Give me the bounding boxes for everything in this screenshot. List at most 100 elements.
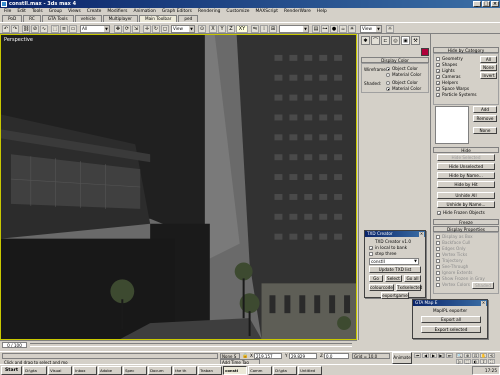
add-button[interactable]: Add xyxy=(473,106,497,113)
hide-selected-button[interactable]: Hide Selected xyxy=(437,154,495,161)
axis-z-icon[interactable]: Z xyxy=(227,25,235,33)
select-and-scale-icon[interactable]: ⇲ xyxy=(132,25,140,33)
shaded-material-color-radio[interactable] xyxy=(386,87,390,91)
select-object-icon[interactable]: ⬚ xyxy=(51,25,59,33)
taskbar-item[interactable]: Comm xyxy=(248,365,273,375)
taskbar-item[interactable]: Untitled xyxy=(298,365,323,375)
schematic-view-icon[interactable]: ⊶ xyxy=(321,25,329,33)
select-button[interactable]: Select xyxy=(385,275,402,282)
shaded-button[interactable]: Shaded xyxy=(472,282,494,289)
none-button[interactable]: None xyxy=(480,64,497,71)
hide-frozen-objects-checkbox[interactable]: ✓ xyxy=(437,211,441,216)
taskbar-item[interactable]: Inbox xyxy=(73,365,98,375)
quick-render-icon[interactable]: ☀ xyxy=(348,25,356,33)
edges-only-checkbox[interactable] xyxy=(436,247,440,251)
close-icon[interactable]: × xyxy=(481,300,486,306)
zoom-icon[interactable]: 🔍 xyxy=(456,353,463,358)
trajectory-checkbox[interactable] xyxy=(436,259,440,263)
menu-maxscript[interactable]: MAXScript xyxy=(255,8,278,15)
reference-coordinate-dropdown[interactable]: View ▼ xyxy=(171,25,195,33)
hierarchy-tab-icon[interactable]: ⊏ xyxy=(381,36,390,45)
unlink-icon[interactable]: ⊘ xyxy=(31,25,39,33)
zoom-all-icon[interactable]: ⊕ xyxy=(464,353,471,358)
menu-edit[interactable]: Edit xyxy=(17,8,26,15)
start-button[interactable]: Start xyxy=(1,365,23,375)
menu-renderware[interactable]: RenderWare xyxy=(284,8,311,15)
align-icon[interactable]: ⊞ xyxy=(269,25,277,33)
select-and-rotate-icon[interactable]: ⟳ xyxy=(123,25,131,33)
y-coordinate-field[interactable]: 29.829 xyxy=(289,353,317,359)
previous-frame-icon[interactable]: ◀ xyxy=(422,353,429,358)
cameras-checkbox[interactable]: ✓ xyxy=(436,75,440,80)
motion-tab-icon[interactable]: ◎ xyxy=(391,36,400,45)
see-through-checkbox[interactable] xyxy=(436,265,440,269)
hide-unselected-button[interactable]: Hide Unselected xyxy=(437,163,495,170)
txd-name-dropdown[interactable]: constII xyxy=(369,258,419,265)
step-three-checkbox[interactable] xyxy=(369,252,373,256)
named-selection-field[interactable]: ▼ xyxy=(279,25,309,33)
colourcode-button[interactable]: colourcode xyxy=(369,284,394,291)
txd-selected-button[interactable]: Txdselected xyxy=(396,284,422,291)
taskbar-item[interactable]: Visual xyxy=(48,365,73,375)
undo-icon[interactable]: ↶ xyxy=(2,25,10,33)
axis-x-icon[interactable]: X xyxy=(209,25,217,33)
go-to-end-icon[interactable]: ⏭ xyxy=(446,353,453,358)
create-tab-icon[interactable]: ✱ xyxy=(361,36,370,45)
menu-graph-editors[interactable]: Graph Editors xyxy=(162,8,192,15)
link-icon[interactable]: ⛓ xyxy=(22,25,30,33)
taskbar-item[interactable]: the th xyxy=(173,365,198,375)
ignore-extents-checkbox[interactable] xyxy=(436,271,440,275)
z-coordinate-field[interactable]: 0.0 xyxy=(324,353,349,359)
scale-tool-icon[interactable]: ◻ xyxy=(161,25,169,33)
render-last-icon[interactable]: ☼ xyxy=(386,25,394,33)
lights-checkbox[interactable]: ✓ xyxy=(436,69,440,74)
pivot-center-icon[interactable]: ⊙ xyxy=(198,25,206,33)
taskbar-item[interactable]: Spec xyxy=(123,365,148,375)
taskbar-item[interactable]: Docum xyxy=(148,365,173,375)
maximize-button[interactable]: □ xyxy=(482,1,490,7)
timeline-track[interactable] xyxy=(30,343,352,347)
vertex-colors-checkbox[interactable] xyxy=(436,283,440,287)
redo-icon[interactable]: ↷ xyxy=(11,25,19,33)
zoom-extents-icon[interactable]: ⊡ xyxy=(472,353,479,358)
select-by-name-icon[interactable]: ≡ xyxy=(60,25,68,33)
render-scene-icon[interactable]: ☕ xyxy=(339,25,347,33)
menu-modifiers[interactable]: Modifiers xyxy=(107,8,127,15)
all-button[interactable]: All xyxy=(480,56,497,63)
rotate-tool-icon[interactable]: ↻ xyxy=(152,25,160,33)
pan-icon[interactable]: ✋ xyxy=(480,353,487,358)
mirror-icon[interactable]: ⇋ xyxy=(251,25,259,33)
material-editor-icon[interactable]: ● xyxy=(330,25,338,33)
taskbar-item[interactable]: D:\gta xyxy=(23,365,48,375)
tab-main-toolbar[interactable]: Main Toolbar xyxy=(138,15,178,22)
taskbar-item[interactable]: Traban xyxy=(198,365,223,375)
next-frame-icon[interactable]: ▶| xyxy=(438,353,445,358)
utilities-tab-icon[interactable]: ⚒ xyxy=(411,36,420,45)
go-all-button[interactable]: Go all xyxy=(404,275,421,282)
map-dialog-title[interactable]: GTA Map E × xyxy=(413,300,487,306)
play-icon[interactable]: ▶ xyxy=(430,353,437,358)
shapes-checkbox[interactable]: ✓ xyxy=(436,63,440,68)
axis-xy-icon[interactable]: XY xyxy=(236,25,248,33)
unhide-all-button[interactable]: Unhide All xyxy=(437,192,495,199)
hide-rollout-header[interactable]: Hide xyxy=(433,147,499,153)
selection-region-icon[interactable]: ▭ xyxy=(69,25,77,33)
show-frozen-gray-checkbox[interactable] xyxy=(436,277,440,281)
menu-help[interactable]: Help xyxy=(317,8,327,15)
export-all-button[interactable]: Export all xyxy=(421,316,481,323)
menu-animation[interactable]: Animation xyxy=(133,8,155,15)
hide-by-hit-button[interactable]: Hide by Hit xyxy=(437,181,495,188)
tab-vehicle[interactable]: vehicle xyxy=(74,15,102,22)
invert-button[interactable]: Invert xyxy=(480,72,497,79)
backface-cull-checkbox[interactable] xyxy=(436,241,440,245)
particle-systems-checkbox[interactable]: ✓ xyxy=(436,93,440,98)
display-tab-icon[interactable]: ▣ xyxy=(401,36,410,45)
taskbar-item[interactable]: D:\gta xyxy=(273,365,298,375)
txd-dialog-title[interactable]: TXD Creator × xyxy=(365,231,425,237)
menu-group[interactable]: Group xyxy=(49,8,62,15)
menu-views[interactable]: Views xyxy=(68,8,81,15)
viewport-label[interactable]: Perspective xyxy=(4,37,33,43)
vertex-ticks-checkbox[interactable] xyxy=(436,253,440,257)
tab-gta-tools[interactable]: GTA Tools xyxy=(41,15,74,22)
time-slider[interactable]: 0 / 100 xyxy=(2,342,27,348)
